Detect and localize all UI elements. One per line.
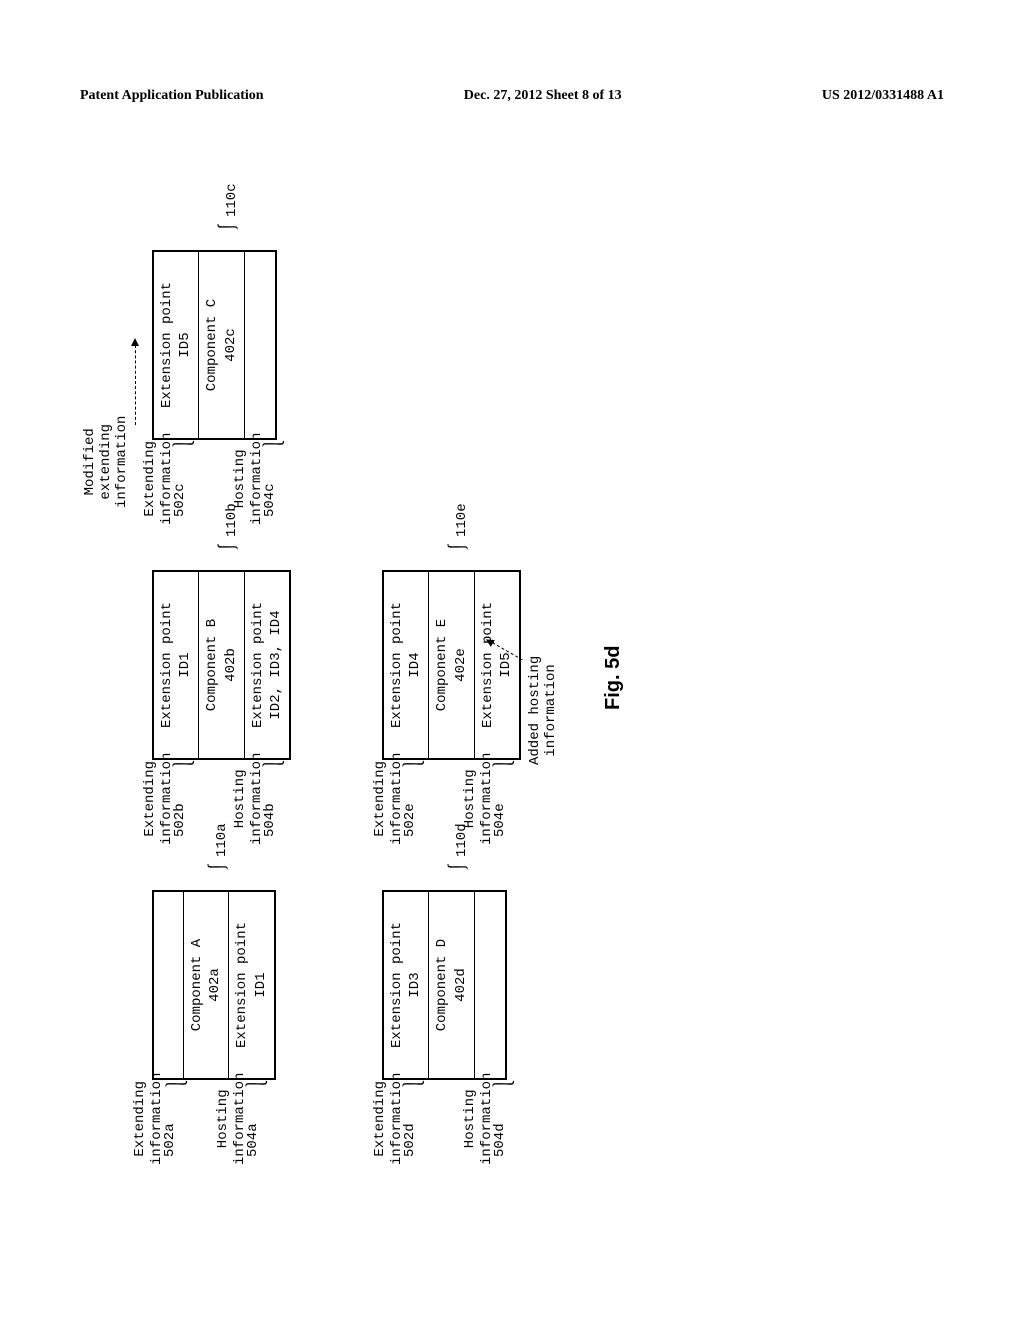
modified-extending-annotation: Modifiedextendinginformation <box>82 416 130 508</box>
bracket-b-top: ⎱ <box>167 753 199 775</box>
ref-502d: 502d <box>402 1123 419 1157</box>
ref-110c: ⎰110c <box>212 183 242 237</box>
header-right: US 2012/0331488 A1 <box>822 88 944 104</box>
component-c-ext-bottom <box>245 252 275 438</box>
ref-110e: ⎰110e <box>442 503 472 557</box>
component-d-ext-top: Extension pointID3 <box>384 892 429 1078</box>
ref-504d: 504d <box>492 1123 509 1157</box>
component-a: Component A 402a Extension pointID1 <box>152 890 276 1080</box>
component-d-name: Component D 402d <box>429 892 474 1078</box>
component-b-ext-top: Extension pointID1 <box>154 572 199 758</box>
component-e-ext-bottom: Extension pointID5 <box>475 572 519 758</box>
component-e-name: Component E 402e <box>429 572 474 758</box>
component-d-ext-bottom <box>475 892 505 1078</box>
ref-504e: 504e <box>492 803 509 837</box>
component-a-ext-top <box>154 892 184 1078</box>
ref-502a: 502a <box>162 1123 179 1157</box>
component-b: Extension pointID1 Component B 402b Exte… <box>152 570 291 760</box>
header-left: Patent Application Publication <box>80 88 264 104</box>
bracket-b-bottom: ⎱ <box>257 753 289 775</box>
component-d: Extension pointID3 Component D 402d <box>382 890 507 1080</box>
ref-504c: 504c <box>262 483 279 517</box>
component-c-ext-top: Extension pointID5 <box>154 252 199 438</box>
bracket-a-bottom: ⎱ <box>240 1073 272 1095</box>
ref-502c: 502c <box>172 483 189 517</box>
component-e-ext-top: Extension pointID4 <box>384 572 429 758</box>
diagram-container: Component A 402a Extension pointID1 Exte… <box>112 160 912 1160</box>
component-a-name: Component A 402a <box>184 892 229 1078</box>
ref-502e: 502e <box>402 803 419 837</box>
component-c: Extension pointID5 Component C 402c <box>152 250 277 440</box>
ref-502b: 502b <box>172 803 189 837</box>
bracket-d-top: ⎱ <box>397 1073 429 1095</box>
dashed-arrow-modified <box>135 340 136 425</box>
component-e: Extension pointID4 Component E 402e Exte… <box>382 570 521 760</box>
component-a-ext-bottom: Extension pointID1 <box>229 892 273 1078</box>
ref-504a: 504a <box>245 1123 262 1157</box>
bracket-e-top: ⎱ <box>397 753 429 775</box>
bracket-a-top: ⎱ <box>160 1073 192 1095</box>
component-b-name: Component B 402b <box>199 572 244 758</box>
bracket-c-top: ⎱ <box>167 433 199 455</box>
bracket-d-bottom: ⎱ <box>487 1073 519 1095</box>
bracket-e-bottom: ⎱ <box>487 753 519 775</box>
component-b-ext-bottom: Extension pointID2, ID3, ID4 <box>245 572 289 758</box>
ref-110a: ⎰110a <box>202 823 232 877</box>
header-center: Dec. 27, 2012 Sheet 8 of 13 <box>464 88 622 104</box>
ref-504b: 504b <box>262 803 279 837</box>
added-hosting-annotation: Added hostinginformation <box>527 656 559 765</box>
component-c-name: Component C 402c <box>199 252 244 438</box>
bracket-c-bottom: ⎱ <box>257 433 289 455</box>
figure-label: Fig. 5d <box>602 646 625 710</box>
